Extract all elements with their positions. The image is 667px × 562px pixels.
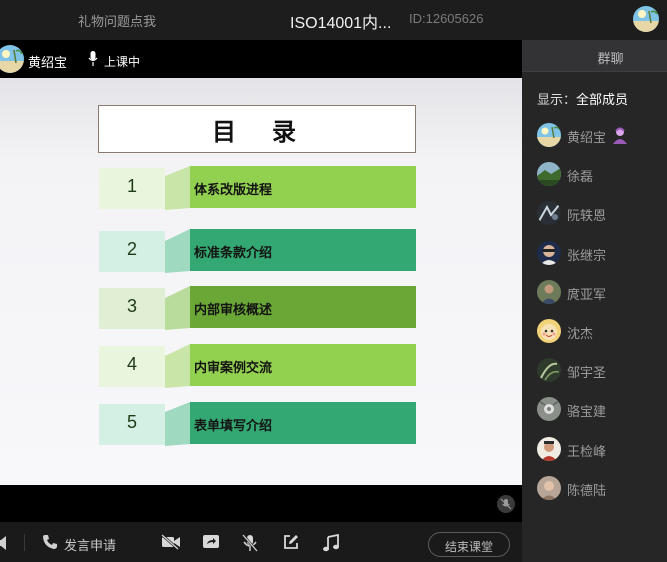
- toc-label: 体系改版进程: [194, 183, 273, 198]
- toc-item: 4 内审案例交流: [99, 344, 417, 388]
- speaker-icon[interactable]: [0, 535, 9, 555]
- top-bar: 礼物问题点我 ISO14001内... ID:12605626: [0, 0, 667, 40]
- filter-value: 全部成员: [576, 93, 629, 108]
- member-avatar: [537, 358, 561, 382]
- member-item[interactable]: 徐磊: [537, 162, 662, 188]
- member-filter[interactable]: 显示：全部成员: [537, 89, 628, 108]
- toc-fold: [165, 402, 190, 446]
- chat-panel: 群聊 显示：全部成员 黄绍宝徐磊阮轶恩张继宗庹亚军沈杰邹宇圣骆宝建王检峰陈德陆: [522, 40, 667, 562]
- toc-number: 3: [126, 296, 137, 316]
- member-avatar: [537, 476, 561, 500]
- toc-number: 1: [126, 176, 137, 196]
- toc-item: 5 表单填写介绍: [99, 402, 417, 446]
- toc-item: 1 体系改版进程: [99, 166, 417, 210]
- member-avatar: [537, 437, 561, 461]
- member-avatar: [537, 162, 561, 186]
- toc-fold: [165, 166, 190, 210]
- member-name: 张继宗: [567, 249, 607, 264]
- camera-off-icon[interactable]: [161, 534, 181, 554]
- toc-label: 标准条款介绍: [194, 246, 273, 261]
- member-avatar: [537, 241, 561, 265]
- member-avatar: [537, 123, 561, 147]
- toc-label: 内审案例交流: [194, 361, 273, 376]
- toc-number: 2: [126, 239, 137, 259]
- toc-number: 4: [126, 354, 137, 374]
- gift-help-link[interactable]: 礼物问题点我: [78, 11, 156, 30]
- teacher-avatar: [0, 45, 24, 73]
- member-avatar: [537, 397, 561, 421]
- member-name: 沈杰: [567, 327, 594, 342]
- member-item[interactable]: 陈德陆: [537, 476, 662, 502]
- toc-item: 3 内部审核概述: [99, 286, 417, 330]
- member-item[interactable]: 骆宝建: [537, 397, 662, 423]
- toc-number: 5: [126, 412, 137, 432]
- teacher-strip: 黄绍宝 上课中: [0, 40, 522, 78]
- video-strip: [0, 485, 522, 522]
- member-item[interactable]: 张继宗: [537, 241, 662, 267]
- toc-fold: [165, 229, 190, 273]
- screen-share-icon[interactable]: [202, 534, 220, 554]
- end-class-label: 结束课堂: [444, 540, 493, 554]
- member-name: 王检峰: [567, 445, 607, 460]
- classroom-window: 礼物问题点我 ISO14001内... ID:12605626 黄绍宝 上课中 …: [0, 0, 667, 562]
- filter-label: 显示：: [537, 93, 577, 108]
- class-status: 上课中: [104, 55, 141, 69]
- course-title: ISO14001内...: [290, 15, 392, 32]
- member-name: 陈德陆: [567, 484, 607, 499]
- member-name: 黄绍宝: [567, 131, 607, 146]
- teacher-name: 黄绍宝: [28, 56, 68, 71]
- toc-fold: [165, 286, 190, 330]
- member-item[interactable]: 王检峰: [537, 437, 662, 463]
- member-name: 徐磊: [567, 170, 594, 185]
- member-item[interactable]: 黄绍宝: [537, 123, 662, 149]
- edit-icon[interactable]: [283, 534, 299, 554]
- member-name: 邹宇圣: [567, 366, 607, 381]
- toc-item: 2 标准条款介绍: [99, 229, 417, 273]
- mic-muted-icon[interactable]: [497, 495, 515, 513]
- member-avatar: [537, 280, 561, 304]
- member-item[interactable]: 阮轶恩: [537, 201, 662, 227]
- music-icon[interactable]: [322, 533, 340, 556]
- presentation-slide: 目录 1 体系改版进程 2 标准条款介绍 3 内部审核概述 4 内审案例交流 5 表单填写介绍: [0, 78, 522, 485]
- member-item[interactable]: 庹亚军: [537, 280, 662, 306]
- end-class-button[interactable]: 结束课堂: [428, 532, 510, 557]
- member-name: 阮轶恩: [567, 209, 607, 224]
- mic-off-icon[interactable]: [242, 534, 258, 556]
- member-name: 骆宝建: [567, 405, 607, 420]
- tab-group-chat[interactable]: 群聊: [522, 40, 667, 72]
- toc-fold: [165, 344, 190, 388]
- my-avatar[interactable]: [633, 6, 659, 32]
- toc-label: 表单填写介绍: [194, 419, 273, 434]
- microphone-icon: [88, 51, 98, 71]
- member-name: 庹亚军: [567, 288, 607, 303]
- room-id: ID:12605626: [409, 11, 484, 26]
- member-avatar: [537, 319, 561, 343]
- member-avatar: [537, 201, 561, 225]
- member-item[interactable]: 邹宇圣: [537, 358, 662, 384]
- tab-group-chat-label: 群聊: [597, 52, 624, 67]
- phone-icon[interactable]: [42, 534, 58, 554]
- toc-heading: 目录: [212, 118, 332, 146]
- speak-request-button[interactable]: 发言申请: [64, 535, 116, 554]
- host-badge-icon: [612, 126, 628, 148]
- member-item[interactable]: 沈杰: [537, 319, 662, 345]
- toc-heading-box: 目录: [98, 105, 416, 153]
- toc-label: 内部审核概述: [194, 303, 273, 318]
- toolbar-divider: [24, 534, 25, 551]
